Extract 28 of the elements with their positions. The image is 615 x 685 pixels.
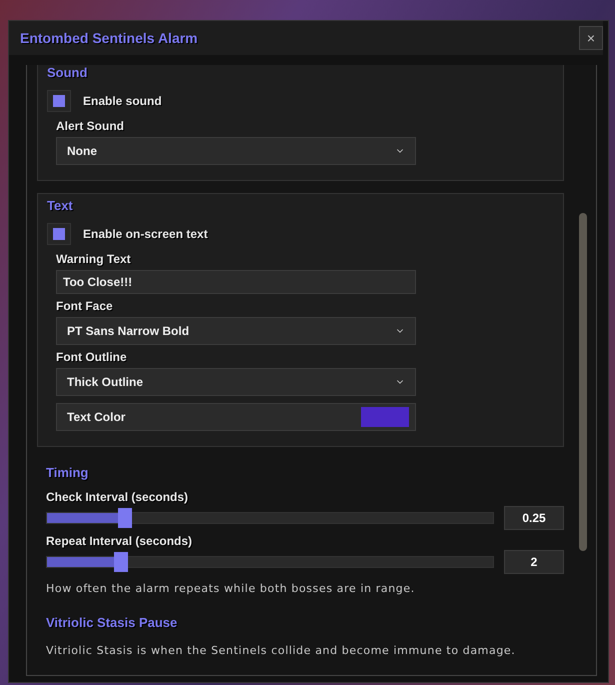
checkbox[interactable]: [47, 90, 71, 112]
field-label: Alert Sound: [56, 119, 125, 133]
field-label: Warning Text: [56, 252, 132, 266]
input-field[interactable]: Too Close!!!: [56, 270, 416, 294]
field-label: Font Face: [56, 299, 114, 313]
dropdown[interactable]: None: [56, 137, 416, 165]
window-title: Entombed Sentinels Alarm: [20, 30, 198, 46]
color-picker[interactable]: Text Color: [56, 403, 416, 431]
slider-label: Check Interval (seconds): [46, 490, 190, 504]
value-field[interactable]: 2: [504, 550, 564, 574]
slider-thumb[interactable]: [118, 508, 132, 528]
dropdown[interactable]: PT Sans Narrow Bold: [56, 317, 416, 345]
scrollbar-thumb[interactable]: [579, 213, 587, 551]
section-title: Timing: [46, 465, 88, 480]
dropdown[interactable]: Thick Outline: [56, 368, 416, 396]
section-title: Vitriolic Stasis Pause: [46, 615, 178, 630]
field-label: Font Outline: [56, 350, 128, 364]
checkbox[interactable]: [47, 223, 71, 245]
checkbox-label: Enable on-screen text: [83, 227, 208, 241]
slider-label: Repeat Interval (seconds): [46, 534, 194, 548]
close-button[interactable]: ×: [579, 26, 603, 50]
section-title: Sound: [47, 65, 88, 80]
checkbox-label: Enable sound: [83, 94, 162, 108]
description-text: How often the alarm repeats while both bosses are in range.: [46, 582, 416, 595]
description-text: Vitriolic Stasis is when the Sentinels collide and become immune to damage.: [46, 644, 516, 657]
section-title: Text: [47, 198, 73, 213]
value-field[interactable]: 0.25: [504, 506, 564, 530]
slider-thumb[interactable]: [114, 552, 128, 572]
